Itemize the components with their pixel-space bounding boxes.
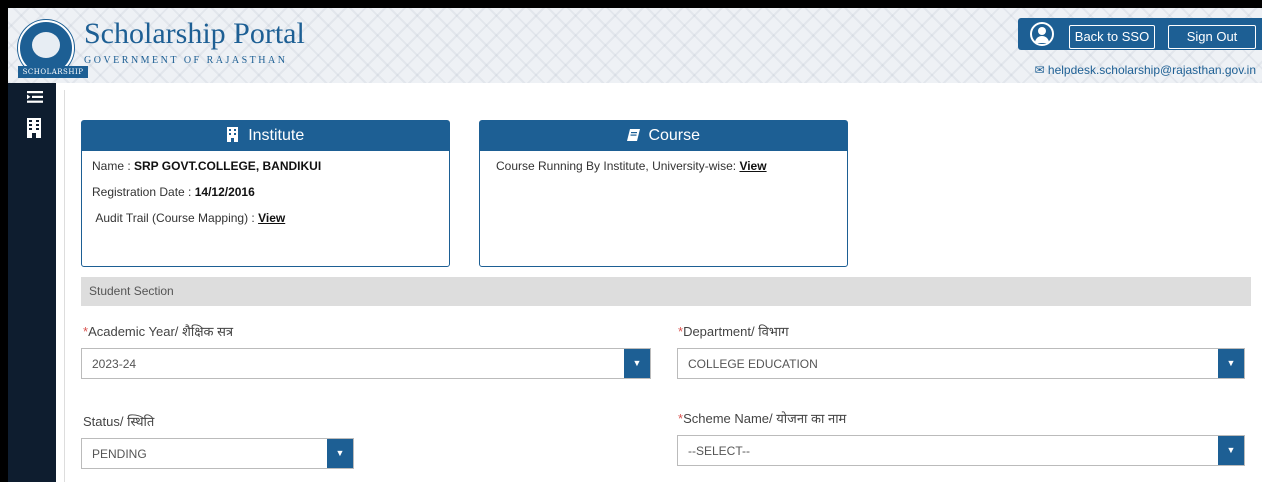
institute-card: Institute Name : SRP GOVT.COLLEGE, BANDI…	[81, 120, 450, 267]
scheme-name-label: *Scheme Name/ योजना का नाम	[678, 411, 847, 426]
user-icon[interactable]	[1030, 22, 1054, 46]
building-icon[interactable]	[27, 118, 41, 143]
header: SCHOLARSHIP Scholarship Portal GOVERNMEN…	[8, 8, 1262, 83]
institute-card-header: Institute	[82, 121, 449, 151]
portal-logo: SCHOLARSHIP	[18, 20, 88, 78]
menu-icon[interactable]	[27, 90, 43, 109]
course-card: Course Course Running By Institute, Univ…	[479, 120, 848, 267]
user-toolbar: Back to SSO Sign Out	[1018, 18, 1262, 50]
portal-title: Scholarship Portal	[84, 17, 305, 50]
sign-out-button[interactable]: Sign Out	[1168, 25, 1256, 49]
helpdesk-email-text: helpdesk.scholarship@rajasthan.gov.in	[1047, 63, 1256, 77]
institute-name-label: Name :	[92, 159, 135, 173]
status-value: PENDING	[92, 447, 147, 461]
app-window: SCHOLARSHIP Scholarship Portal GOVERNMEN…	[8, 8, 1262, 482]
course-card-header: Course	[480, 121, 847, 151]
registration-date-label: Registration Date :	[92, 185, 195, 199]
logo-banner-text: SCHOLARSHIP	[18, 66, 88, 78]
status-select[interactable]: PENDING ▼	[81, 438, 354, 469]
building-icon	[226, 123, 238, 153]
institute-card-title: Institute	[248, 127, 305, 144]
caret-down-icon[interactable]: ▼	[327, 439, 353, 468]
department-value: COLLEGE EDUCATION	[688, 357, 818, 371]
institute-name-value: SRP GOVT.COLLEGE, BANDIKUI	[134, 159, 322, 173]
helpdesk-email[interactable]: ✉ helpdesk.scholarship@rajasthan.gov.in	[1035, 63, 1256, 77]
course-view-link[interactable]: View	[739, 159, 766, 173]
audit-trail-label: Audit Trail (Course Mapping) :	[95, 211, 259, 225]
course-running-text: Course Running By Institute, University-…	[496, 159, 740, 173]
main-content: Institute Name : SRP GOVT.COLLEGE, BANDI…	[64, 90, 1262, 482]
back-to-sso-button[interactable]: Back to SSO	[1069, 25, 1155, 49]
academic-year-value: 2023-24	[92, 357, 137, 371]
status-label: Status/ स्थिति	[83, 414, 155, 429]
department-label: *Department/ विभाग	[678, 324, 789, 339]
book-icon	[626, 122, 640, 152]
audit-trail-view-link[interactable]: View	[258, 211, 285, 225]
scheme-name-value: --SELECT--	[688, 444, 751, 458]
portal-subtitle: GOVERNMENT OF RAJASTHAN	[84, 55, 288, 66]
mail-icon: ✉	[1034, 63, 1045, 77]
course-card-title: Course	[648, 127, 701, 144]
scheme-name-select[interactable]: --SELECT-- ▼	[677, 435, 1245, 466]
academic-year-label: *Academic Year/ शैक्षिक सत्र	[83, 324, 234, 339]
caret-down-icon[interactable]: ▼	[1218, 436, 1244, 465]
department-select[interactable]: COLLEGE EDUCATION ▼	[677, 348, 1245, 379]
caret-down-icon[interactable]: ▼	[624, 349, 650, 378]
sidebar	[8, 83, 56, 482]
student-section-header: Student Section	[81, 277, 1251, 306]
academic-year-select[interactable]: 2023-24 ▼	[81, 348, 651, 379]
caret-down-icon[interactable]: ▼	[1218, 349, 1244, 378]
registration-date-value: 14/12/2016	[194, 185, 255, 199]
